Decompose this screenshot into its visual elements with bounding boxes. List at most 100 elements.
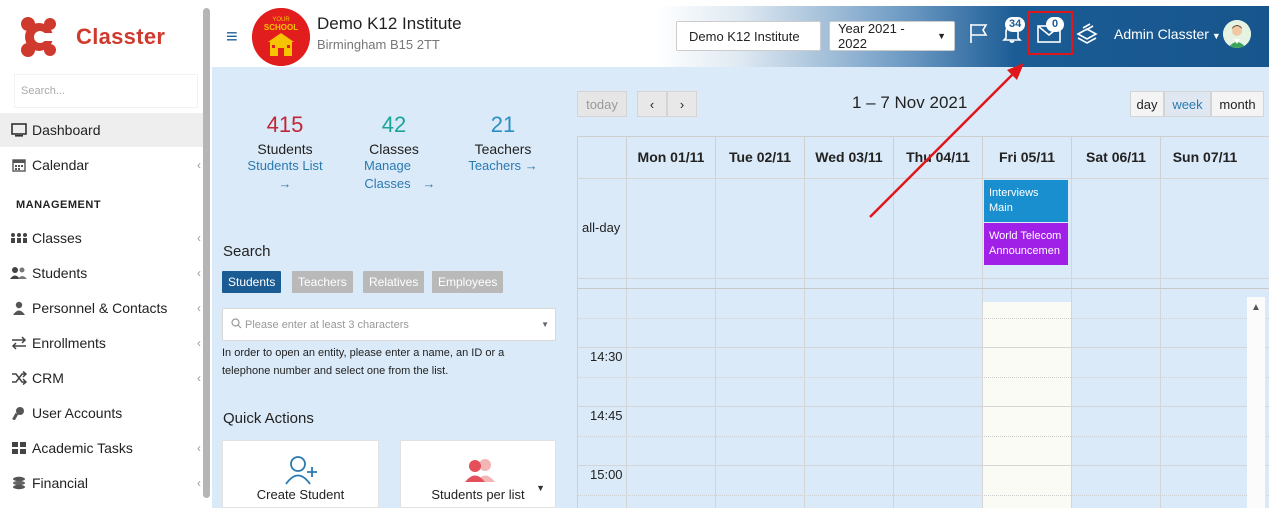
grid-line: [804, 178, 805, 508]
time-label: 14:30: [590, 349, 623, 364]
stat-label: Teachers: [474, 141, 532, 157]
sidebar-item-label: Personnel & Contacts: [32, 300, 168, 316]
chevron-left-icon: ‹: [197, 266, 201, 280]
top-header: ≡ YOUR SCHOOL Demo K12 Institute Birming…: [212, 6, 1269, 67]
calendar-event[interactable]: World Telecom Announcemen: [984, 223, 1068, 265]
search-title: Search: [223, 243, 271, 260]
chevron-left-icon: ‹: [197, 371, 201, 385]
grid-line: [577, 436, 1269, 437]
layers-icon[interactable]: [1076, 22, 1100, 46]
sidebar-item-dashboard[interactable]: Dashboard: [0, 113, 203, 147]
manage-classes-link[interactable]: Manage Classes →: [346, 157, 442, 193]
sidebar-item-academic-tasks[interactable]: Academic Tasks ‹: [0, 431, 203, 465]
today-button[interactable]: today: [577, 91, 627, 117]
tab-employees[interactable]: Employees: [432, 271, 504, 293]
day-header[interactable]: Tue 02/11: [715, 136, 804, 178]
chevron-left-icon: ‹: [197, 336, 201, 350]
key-icon: [10, 405, 28, 421]
sidebar-item-calendar[interactable]: Calendar ‹: [0, 148, 203, 182]
grid-line: [577, 278, 1269, 279]
sidebar: Classter Dashboard Calendar ‹ MANAGEMENT…: [0, 0, 212, 508]
hamburger-menu-icon[interactable]: ≡: [226, 26, 238, 49]
day-header[interactable]: Sat 06/11: [1071, 136, 1160, 178]
grid-line: [577, 406, 1269, 407]
chevron-left-icon: ‹: [197, 441, 201, 455]
view-week-button[interactable]: week: [1164, 91, 1211, 117]
avatar[interactable]: [1223, 20, 1251, 48]
sidebar-item-crm[interactable]: CRM ‹: [0, 361, 203, 395]
view-day-button[interactable]: day: [1130, 91, 1164, 117]
sidebar-item-students[interactable]: Students ‹: [0, 256, 203, 290]
sidebar-item-label: Dashboard: [32, 122, 101, 138]
view-month-button[interactable]: month: [1211, 91, 1264, 117]
students-list-link[interactable]: Students List →: [232, 157, 338, 193]
grid-line: [982, 178, 983, 508]
user-name: Admin Classter: [1114, 26, 1209, 42]
event-title: World Telecom: [989, 230, 1062, 242]
all-day-label: all-day: [582, 220, 621, 235]
sidebar-item-enrollments[interactable]: Enrollments ‹: [0, 326, 203, 360]
sidebar-item-financial[interactable]: Financial ‹: [0, 466, 203, 500]
monitor-icon: [10, 122, 28, 138]
calendar-icon: [10, 157, 28, 173]
tab-students[interactable]: Students: [222, 271, 282, 293]
calendar-scrollbar[interactable]: ▲: [1247, 297, 1265, 508]
event-subtitle: Announcemen: [989, 245, 1060, 257]
sidebar-search[interactable]: [14, 74, 198, 108]
users-group-icon: [463, 458, 497, 485]
arrow-right-icon: →: [422, 176, 436, 191]
chevron-left-icon: ‹: [197, 301, 201, 315]
tab-teachers[interactable]: Teachers: [292, 271, 353, 293]
institute-name: Demo K12 Institute: [317, 14, 462, 33]
sidebar-search-input[interactable]: [15, 75, 197, 107]
user-menu[interactable]: Admin Classter ▼: [1114, 26, 1221, 42]
prev-week-button[interactable]: ‹: [637, 91, 667, 117]
day-header[interactable]: Mon 01/11: [626, 136, 715, 178]
shuffle-icon: [10, 370, 28, 386]
stat-number: 21: [490, 112, 516, 137]
create-student-button[interactable]: Create Student: [222, 440, 379, 508]
today-column: [983, 302, 1071, 508]
messages-highlight-box: [1028, 11, 1073, 55]
tab-relatives[interactable]: Relatives: [363, 271, 425, 293]
grid-line: [577, 495, 1269, 496]
classter-logo[interactable]: Classter: [18, 14, 165, 60]
grid-line: [577, 347, 1269, 348]
sidebar-item-classes[interactable]: Classes ‹: [0, 221, 203, 255]
person-icon: [10, 300, 28, 316]
teachers-stat: 21 Teachers Teachers →: [456, 112, 550, 175]
chevron-left-icon: ‹: [197, 158, 201, 172]
entity-search-input[interactable]: Please enter at least 3 characters ▼: [222, 308, 556, 341]
sidebar-item-personnel[interactable]: Personnel & Contacts ‹: [0, 291, 203, 325]
sidebar-section-label: MANAGEMENT: [16, 199, 102, 211]
sidebar-item-label: CRM: [32, 370, 64, 386]
notifications-badge: 34: [1005, 17, 1026, 32]
grid-line: [1160, 178, 1161, 508]
sidebar-scrollbar[interactable]: [203, 8, 210, 498]
sidebar-item-label: Classes: [32, 230, 82, 246]
grid-icon: [10, 440, 28, 456]
caret-down-icon: ▼: [937, 31, 946, 41]
year-select[interactable]: Year 2021 - 2022 ▼: [829, 21, 955, 51]
day-header[interactable]: Sun 07/11: [1160, 136, 1249, 178]
sidebar-item-label: Calendar: [32, 157, 89, 173]
next-week-button[interactable]: ›: [667, 91, 697, 117]
coins-icon: [10, 475, 28, 491]
add-user-icon: [285, 455, 319, 488]
caret-down-icon: ▼: [541, 320, 549, 329]
institute-address: Birmingham B15 2TT: [317, 37, 440, 52]
students-per-list-button[interactable]: Students per list ▼: [400, 440, 556, 508]
time-label: 15:00: [590, 467, 623, 482]
flag-icon[interactable]: [968, 22, 992, 46]
classter-logo-icon: [18, 15, 60, 59]
sidebar-item-user-accounts[interactable]: User Accounts: [0, 396, 203, 430]
svg-text:SCHOOL: SCHOOL: [264, 23, 298, 32]
sidebar-item-label: User Accounts: [32, 405, 123, 421]
grid-line: [715, 178, 716, 508]
stat-label: Students: [257, 141, 313, 157]
sidebar-item-label: Students: [32, 265, 88, 281]
arrow-right-icon: →: [524, 158, 538, 173]
teachers-link[interactable]: Teachers →: [456, 157, 550, 175]
institute-button[interactable]: Demo K12 Institute: [676, 21, 821, 51]
school-logo: YOUR SCHOOL: [252, 8, 310, 66]
